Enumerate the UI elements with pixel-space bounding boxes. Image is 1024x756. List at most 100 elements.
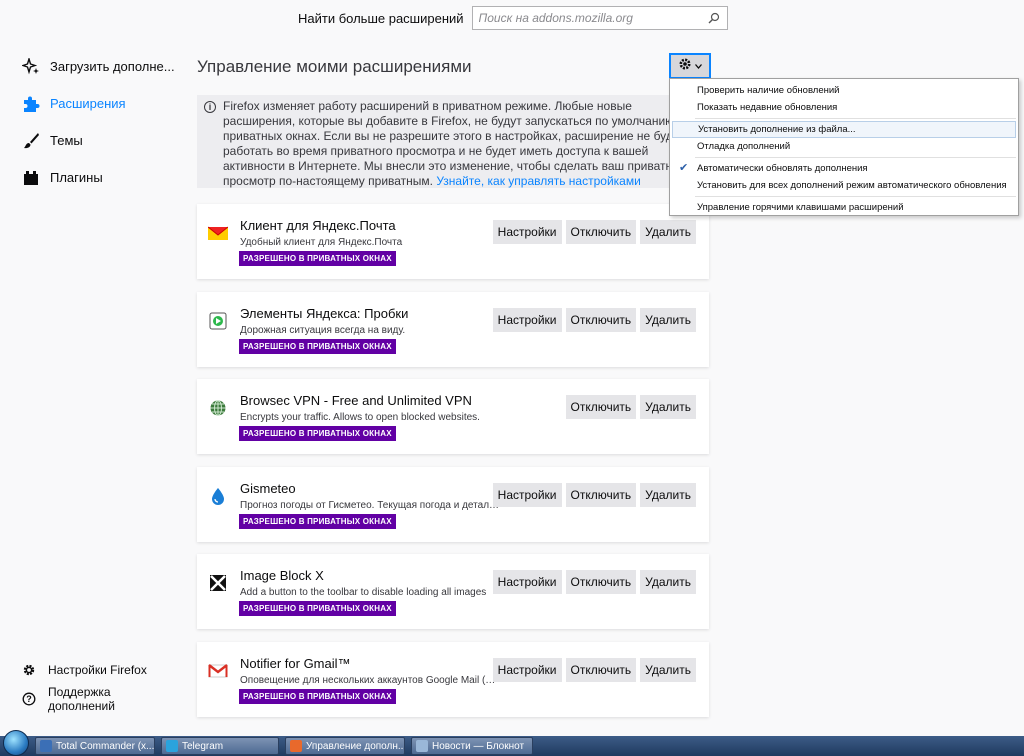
- sidebar-item-get-addons[interactable]: Загрузить дополне...: [0, 48, 180, 85]
- extension-card[interactable]: Элементы Яндекса: Пробки Дорожная ситуаци…: [197, 291, 709, 367]
- taskbar-item[interactable]: Управление дополн...: [285, 737, 405, 755]
- extension-description: Дорожная ситуация всегда на виду.: [240, 324, 406, 336]
- plugin-icon: [22, 169, 40, 187]
- taskbar-item-label: Новости — Блокнот: [432, 740, 525, 752]
- gear-icon: [678, 57, 692, 76]
- puzzle-icon: [22, 95, 40, 113]
- help-icon: ?: [22, 692, 36, 706]
- tools-menu-button[interactable]: [669, 53, 711, 79]
- extension-remove-button[interactable]: Удалить: [640, 395, 696, 419]
- menu-item[interactable]: Управление горячими клавишами расширений: [670, 199, 1018, 216]
- extension-actions: Отключить Удалить: [565, 395, 696, 419]
- extension-card[interactable]: Notifier for Gmail™ Оповещение для нескол…: [197, 641, 709, 717]
- app-icon: [40, 740, 52, 752]
- extension-remove-button[interactable]: Удалить: [640, 657, 696, 682]
- taskbar-item[interactable]: Telegram: [161, 737, 279, 755]
- menu-item-label: Установить для всех дополнений режим авт…: [697, 180, 1007, 191]
- search-input[interactable]: [478, 11, 707, 25]
- extension-description: Оповещение для нескольких аккаунтов Goog…: [240, 674, 500, 686]
- extension-settings-button[interactable]: Настройки: [492, 307, 562, 332]
- page-title: Управление моими расширениями: [197, 57, 472, 76]
- extension-actions: Настройки Отключить Удалить: [492, 657, 696, 682]
- info-icon: i: [204, 101, 216, 113]
- extension-name: Image Block X: [240, 568, 324, 583]
- sidebar-item-plugins[interactable]: Плагины: [0, 159, 180, 196]
- extension-remove-button[interactable]: Удалить: [640, 482, 696, 507]
- extension-card[interactable]: Browsec VPN - Free and Unlimited VPN Encr…: [197, 379, 709, 454]
- extension-settings-button[interactable]: Настройки: [492, 657, 562, 682]
- extension-disable-button[interactable]: Отключить: [565, 657, 637, 682]
- sidebar-item-label: Настройки Firefox: [48, 662, 147, 677]
- menu-item[interactable]: ✔ Автоматически обновлять дополнения: [670, 160, 1018, 177]
- private-allowed-badge: РАЗРЕШЕНО В ПРИВАТНЫХ ОКНАХ: [239, 513, 396, 529]
- search-icon[interactable]: [707, 11, 721, 25]
- extension-card[interactable]: Image Block X Add a button to the toolbar…: [197, 554, 709, 629]
- app-icon: [166, 740, 178, 752]
- menu-item[interactable]: Проверить наличие обновлений: [670, 82, 1018, 99]
- sparkle-icon: [22, 57, 40, 76]
- yandex-mail-icon: [208, 223, 228, 243]
- extension-actions: Настройки Отключить Удалить: [492, 570, 696, 594]
- sidebar-item-extensions[interactable]: Расширения: [0, 85, 180, 122]
- menu-item[interactable]: Установить дополнение из файла...: [672, 121, 1016, 138]
- brush-icon: [22, 132, 40, 150]
- extension-name: Notifier for Gmail™: [240, 655, 351, 671]
- top-search: Найти больше расширений: [298, 6, 728, 30]
- extension-disable-button[interactable]: Отключить: [565, 307, 637, 332]
- start-button[interactable]: [3, 730, 29, 756]
- sidebar-item-firefox-settings[interactable]: Настройки Firefox: [0, 655, 180, 684]
- extension-name: Клиент для Яндекс.Почта: [240, 218, 396, 233]
- extension-name: Элементы Яндекса: Пробки: [240, 305, 409, 321]
- private-allowed-badge: РАЗРЕШЕНО В ПРИВАТНЫХ ОКНАХ: [239, 601, 396, 616]
- sidebar-item-addons-support[interactable]: ? Поддержка дополнений: [0, 684, 180, 713]
- extension-remove-button[interactable]: Удалить: [640, 220, 696, 244]
- extension-description: Удобный клиент для Яндекс.Почта: [240, 237, 403, 248]
- menu-item[interactable]: Отладка дополнений: [670, 138, 1018, 155]
- extension-settings-button[interactable]: Настройки: [492, 570, 562, 594]
- extension-settings-button[interactable]: Настройки: [492, 220, 562, 244]
- tools-dropdown-menu: Проверить наличие обновлений Показать нед…: [669, 78, 1019, 216]
- extension-settings-button[interactable]: Настройки: [492, 482, 562, 507]
- extension-name: Gismeteo: [240, 480, 296, 496]
- search-box[interactable]: [471, 6, 728, 30]
- extension-disable-button[interactable]: Отключить: [565, 482, 637, 507]
- private-allowed-badge: РАЗРЕШЕНО В ПРИВАТНЫХ ОКНАХ: [239, 426, 396, 441]
- menu-item-label: Отладка дополнений: [697, 141, 791, 152]
- svg-text:?: ?: [26, 694, 32, 704]
- taskbar-item-label: Total Commander (x...: [56, 740, 155, 752]
- extension-disable-button[interactable]: Отключить: [565, 220, 637, 244]
- app-icon: [290, 740, 302, 752]
- extension-name: Browsec VPN - Free and Unlimited VPN: [240, 393, 472, 408]
- menu-item-label: Управление горячими клавишами расширений: [697, 202, 904, 213]
- private-allowed-badge: РАЗРЕШЕНО В ПРИВАТНЫХ ОКНАХ: [239, 251, 396, 266]
- private-browsing-notice: i Firefox изменяет работу расширений в п…: [197, 95, 709, 188]
- traffic-icon: [208, 311, 228, 331]
- taskbar-item[interactable]: Новости — Блокнот: [411, 737, 533, 755]
- menu-separator: [695, 118, 1016, 119]
- private-allowed-badge: РАЗРЕШЕНО В ПРИВАТНЫХ ОКНАХ: [239, 688, 396, 704]
- menu-item[interactable]: Установить для всех дополнений режим авт…: [670, 177, 1018, 194]
- extension-actions: Настройки Отключить Удалить: [492, 307, 696, 332]
- menu-item-label: Показать недавние обновления: [697, 102, 838, 113]
- sidebar-item-themes[interactable]: Темы: [0, 122, 180, 159]
- menu-separator: [695, 196, 1016, 197]
- extension-remove-button[interactable]: Удалить: [640, 307, 696, 332]
- taskbar-item[interactable]: Total Commander (x...: [35, 737, 155, 755]
- extension-disable-button[interactable]: Отключить: [565, 570, 637, 594]
- menu-separator: [695, 157, 1016, 158]
- taskbar-item-label: Telegram: [182, 740, 224, 752]
- drop-icon: [208, 486, 228, 506]
- extension-disable-button[interactable]: Отключить: [565, 395, 637, 419]
- extension-actions: Настройки Отключить Удалить: [492, 220, 696, 244]
- sidebar-item-label: Расширения: [50, 96, 126, 111]
- private-allowed-badge: РАЗРЕШЕНО В ПРИВАТНЫХ ОКНАХ: [239, 338, 396, 354]
- extension-remove-button[interactable]: Удалить: [640, 570, 696, 594]
- menu-item[interactable]: Показать недавние обновления: [670, 99, 1018, 116]
- extension-description: Add a button to the toolbar to disable l…: [240, 587, 487, 598]
- extension-list: Клиент для Яндекс.Почта Удобный клиент дл…: [197, 204, 709, 729]
- extension-description: Encrypts your traffic. Allows to open bl…: [240, 412, 480, 423]
- taskbar: Total Commander (x... Telegram Управление …: [0, 730, 1024, 756]
- extension-card[interactable]: Клиент для Яндекс.Почта Удобный клиент дл…: [197, 204, 709, 279]
- extension-card[interactable]: Gismeteo Прогноз погоды от Гисметео. Теку…: [197, 466, 709, 542]
- extension-actions: Настройки Отключить Удалить: [492, 482, 696, 507]
